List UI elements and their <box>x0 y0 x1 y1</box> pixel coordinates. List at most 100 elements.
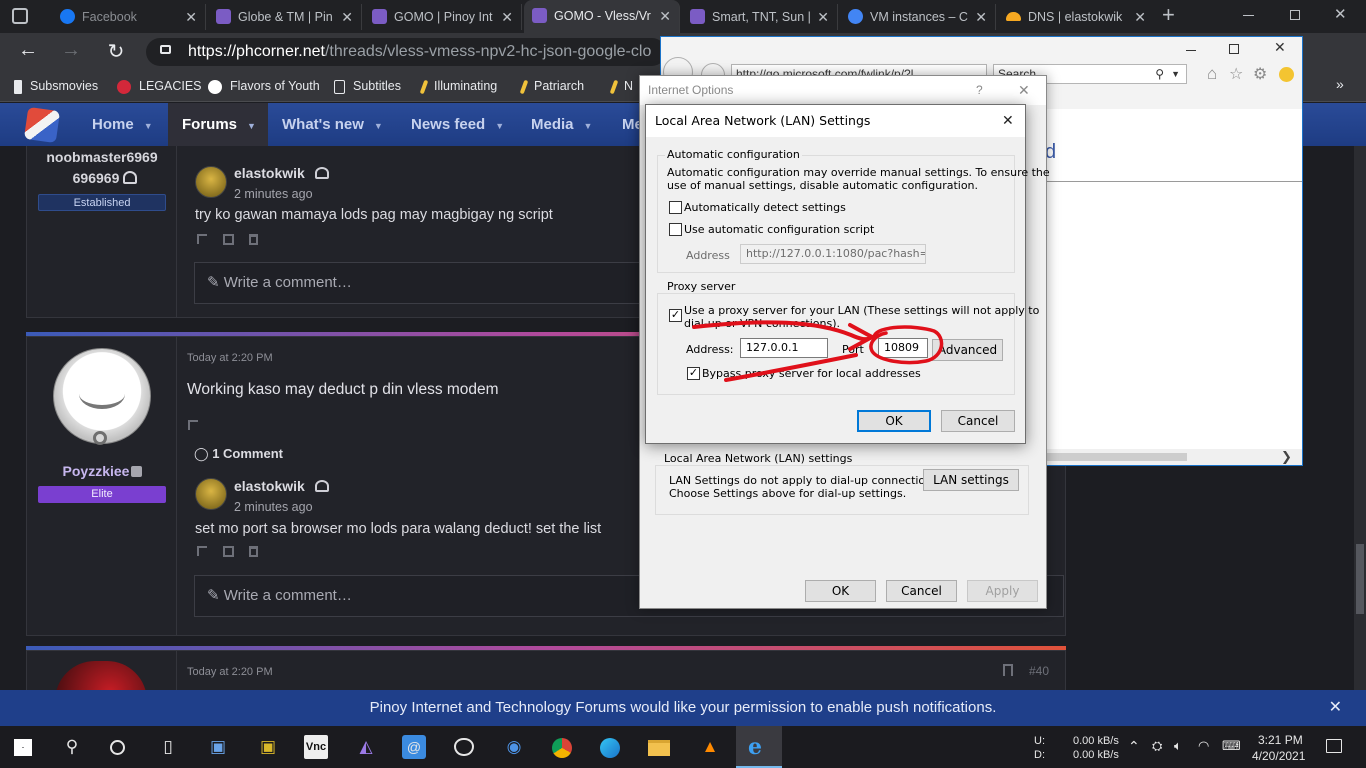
email-app-icon[interactable]: @ <box>402 735 426 759</box>
clock-time[interactable]: 3:21 PM <box>1258 733 1303 747</box>
nav-news-feed[interactable]: News feed ▼ <box>411 103 504 146</box>
scrollbar-thumb[interactable] <box>1356 544 1364 614</box>
tab-actions-icon[interactable] <box>12 8 28 24</box>
language-icon[interactable]: ⌨ <box>1222 738 1241 754</box>
favorites-star-icon[interactable]: ☆ <box>1229 64 1243 84</box>
nav-forums[interactable]: Forums ▼ <box>168 103 268 146</box>
clock-date[interactable]: 4/20/2021 <box>1252 749 1305 763</box>
username-line2[interactable]: 696969 <box>21 170 171 186</box>
remote-desktop-icon[interactable]: ▣ <box>206 735 230 759</box>
search-icon[interactable]: ⚲ <box>60 735 84 759</box>
wifi-icon[interactable]: ◠ <box>1198 738 1209 754</box>
comment-time[interactable]: 2 minutes ago <box>234 187 313 201</box>
phcorner-logo-icon[interactable] <box>23 106 61 144</box>
delete-icon[interactable] <box>249 234 258 245</box>
username[interactable]: noobmaster6969 <box>27 149 177 165</box>
smiley-feedback-icon[interactable] <box>1279 67 1294 82</box>
speedometer-icon[interactable] <box>454 738 474 756</box>
windows-start-icon[interactable] <box>14 739 32 756</box>
chevron-down-icon[interactable]: ▼ <box>374 121 383 131</box>
bookmark-illuminating[interactable]: Illuminating <box>419 76 497 96</box>
vlc-icon[interactable]: ▲ <box>698 735 722 759</box>
chevron-down-icon[interactable]: ▼ <box>144 121 153 131</box>
tab-smart-tnt[interactable]: Smart, TNT, Sun | ✕ <box>682 4 838 30</box>
search-icon[interactable]: ⚲ <box>1155 65 1164 83</box>
show-hidden-icons[interactable]: ⌃ <box>1128 738 1140 755</box>
chart-app-icon[interactable]: ◭ <box>354 735 378 759</box>
chevron-down-icon[interactable]: ▼ <box>1171 65 1180 83</box>
task-view-icon[interactable]: ▯ <box>156 735 180 759</box>
bookmark-flavors-of-youth[interactable]: Flavors of Youth <box>208 76 320 96</box>
close-icon[interactable]: ✕ <box>1329 690 1342 726</box>
chrome-icon[interactable] <box>552 738 572 758</box>
nav-whats-new[interactable]: What's new ▼ <box>282 103 383 146</box>
tab-dns[interactable]: DNS | elastokwik ✕ <box>998 4 1154 30</box>
page-scrollbar[interactable] <box>1354 146 1366 690</box>
close-tab-icon[interactable]: ✕ <box>185 4 197 30</box>
notification-center-icon[interactable] <box>1326 739 1342 753</box>
close-tab-icon[interactable]: ✕ <box>817 4 829 30</box>
new-tab-button[interactable]: + <box>1162 2 1175 28</box>
post-time[interactable]: Today at 2:20 PM <box>187 666 273 678</box>
nav-media[interactable]: Media ▼ <box>531 103 592 146</box>
report-flag-icon[interactable] <box>188 420 198 430</box>
forward-icon[interactable]: → <box>58 39 84 62</box>
comments-header[interactable]: ◯ 1 Comment <box>194 446 283 462</box>
help-icon[interactable]: ? <box>976 76 983 105</box>
cancel-button[interactable]: Cancel <box>886 580 957 602</box>
internet-explorer-taskbar-button[interactable]: e <box>736 726 782 768</box>
comment-author[interactable]: elastokwik <box>234 478 305 494</box>
ie-restore-icon[interactable] <box>1229 44 1239 54</box>
ie-close-icon[interactable]: ✕ <box>1274 39 1286 56</box>
bookmark-subtitles[interactable]: Subtitles <box>334 76 401 96</box>
network-tool-icon[interactable]: ▣ <box>256 735 280 759</box>
lan-settings-button[interactable]: LAN settings <box>923 469 1019 491</box>
nav-home[interactable]: Home ▼ <box>76 103 169 146</box>
vnc-icon[interactable]: Vnc <box>304 735 328 759</box>
post-number[interactable]: #40 <box>1029 664 1049 678</box>
back-icon[interactable]: ← <box>15 39 41 62</box>
scrollbar-thumb[interactable] <box>1047 453 1187 461</box>
report-flag-icon[interactable] <box>197 546 207 556</box>
home-icon[interactable]: ⌂ <box>1207 64 1217 84</box>
more-bookmarks-icon[interactable]: » <box>1336 76 1344 92</box>
edit-icon[interactable] <box>223 234 234 245</box>
close-tab-icon[interactable]: ✕ <box>975 4 987 30</box>
close-tab-icon[interactable]: ✕ <box>341 4 353 30</box>
apply-button[interactable]: Apply <box>967 580 1038 602</box>
gear-icon[interactable]: ⚙ <box>1253 64 1267 84</box>
network-globe-icon[interactable]: ◉ <box>502 735 526 759</box>
volume-icon[interactable]: 🔈︎ <box>1174 738 1182 754</box>
username[interactable]: Poyzzkiee <box>21 463 171 479</box>
ie-horizontal-scrollbar[interactable]: ❯ <box>1047 449 1302 465</box>
edit-icon[interactable] <box>223 546 234 557</box>
ok-button[interactable]: OK <box>805 580 876 602</box>
chevron-down-icon[interactable]: ▼ <box>584 121 593 131</box>
url-bar[interactable]: https://phcorner.net/threads/vless-vmess… <box>146 38 666 66</box>
close-window-icon[interactable]: ✕ <box>1334 5 1347 23</box>
cortana-icon[interactable] <box>110 740 125 755</box>
chevron-down-icon[interactable]: ▼ <box>247 121 256 131</box>
close-icon[interactable]: ✕ <box>1018 76 1030 105</box>
avatar[interactable] <box>195 166 227 198</box>
network-tray-icon[interactable]: ⛭ <box>1152 738 1162 754</box>
chevron-down-icon[interactable]: ▼ <box>495 121 504 131</box>
avatar[interactable] <box>195 478 227 510</box>
comment-author[interactable]: elastokwik <box>234 165 305 181</box>
bookmark-legacies[interactable]: LEGACIES <box>117 76 202 96</box>
minimize-icon[interactable] <box>1243 15 1254 16</box>
report-flag-icon[interactable] <box>197 234 207 244</box>
close-tab-icon[interactable]: ✕ <box>501 4 513 30</box>
bookmark-icon[interactable] <box>1003 664 1013 676</box>
edge-icon[interactable] <box>600 738 620 758</box>
restore-icon[interactable] <box>1290 10 1300 20</box>
bookmark-patriarch[interactable]: Patriarch <box>519 76 584 96</box>
tab-vm-instances[interactable]: VM instances – C ✕ <box>840 4 996 30</box>
bookmark-subsmovies[interactable]: Subsmovies <box>14 76 98 96</box>
bookmark-n[interactable]: N <box>609 76 633 96</box>
close-tab-icon[interactable]: ✕ <box>659 0 671 33</box>
tab-gomo-pinoy[interactable]: GOMO | Pinoy Int ✕ <box>364 4 522 30</box>
file-explorer-icon[interactable] <box>648 740 670 756</box>
post-time[interactable]: Today at 2:20 PM <box>187 352 273 364</box>
comment-time[interactable]: 2 minutes ago <box>234 500 313 514</box>
